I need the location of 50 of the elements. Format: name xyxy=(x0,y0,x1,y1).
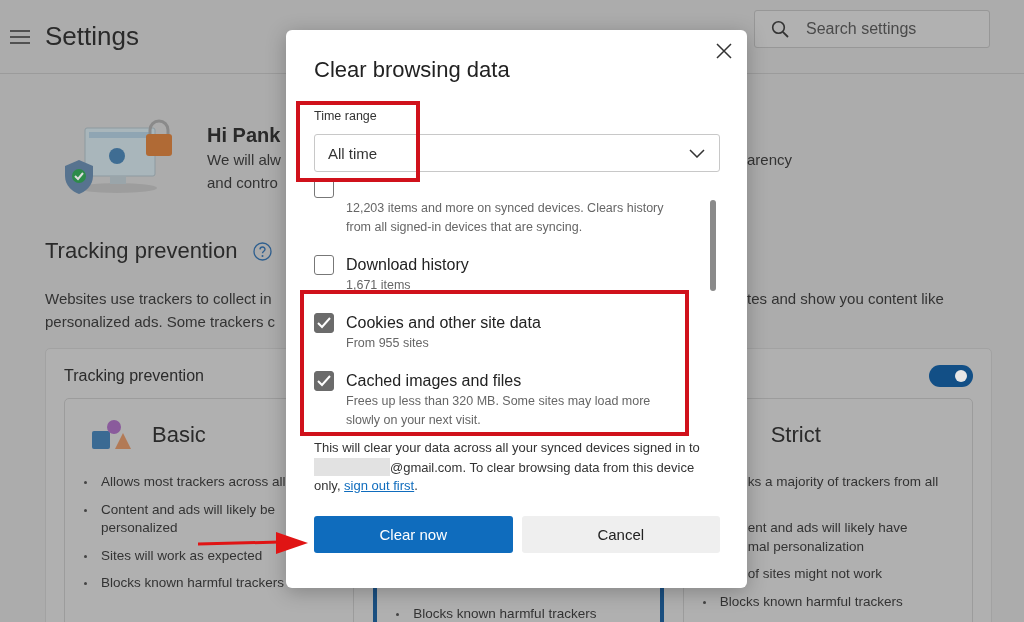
clear-now-button[interactable]: Clear now xyxy=(314,515,513,553)
checkbox[interactable] xyxy=(314,371,334,391)
greeting-title: Hi Pank xyxy=(207,123,281,148)
search-icon xyxy=(771,20,789,38)
section-description: tes and show you content like xyxy=(747,289,945,309)
cancel-button[interactable]: Cancel xyxy=(521,515,720,553)
section-description: personalized ads. Some trackers c xyxy=(45,312,276,332)
checkbox[interactable] xyxy=(314,255,334,275)
field-label: Time range xyxy=(314,109,378,123)
page-title: Settings xyxy=(45,21,139,52)
section-description: Websites use trackers to collect in xyxy=(45,289,273,309)
bullet-dot xyxy=(84,582,87,585)
level-title: Strict xyxy=(770,422,821,448)
option-description: 1,671 items xyxy=(346,277,412,294)
option-label: Cached images and files xyxy=(346,371,523,391)
bullet-dot xyxy=(396,613,400,616)
bullet-dot xyxy=(84,508,87,512)
option-description: 12,203 items and more on synced devices. Clears history from all signed-in devices that are syncing. xyxy=(346,200,665,236)
section-heading: Tracking prevention xyxy=(45,238,238,264)
greeting-text: We will alw xyxy=(207,150,281,170)
bullet-text: Blocks known harmful trackers xyxy=(719,592,903,611)
option-description: From 955 sites xyxy=(346,335,430,352)
bullet-dot xyxy=(84,554,87,558)
search-field[interactable]: Search settings xyxy=(754,10,990,48)
shapes-icon xyxy=(91,419,131,451)
bullet-dot xyxy=(84,481,87,484)
menu-icon[interactable] xyxy=(10,29,30,44)
help-icon[interactable] xyxy=(253,241,273,261)
bullet-text: Sites will work as expected xyxy=(101,546,263,565)
bullet-text: Blocks known harmful trackers xyxy=(413,605,597,622)
scrollbar-thumb[interactable] xyxy=(710,200,716,291)
close-icon[interactable] xyxy=(716,43,732,59)
card-title: Tracking prevention xyxy=(64,367,204,385)
dialog-title: Clear browsing data xyxy=(314,56,511,84)
option-label: Download history xyxy=(346,255,469,275)
bullet-text: Blocks known harmful trackers xyxy=(101,574,285,592)
greeting-text: arency xyxy=(747,150,794,170)
greeting-text: and contro xyxy=(207,173,279,193)
option-label: Cookies and other site data xyxy=(346,313,541,333)
bullet-text: Content and ads will likely be personalized xyxy=(101,500,277,537)
toggle-switch[interactable] xyxy=(929,365,973,387)
bullet-text: ent and ads will likely have mal personalization xyxy=(746,519,908,556)
chevron-icon xyxy=(689,148,705,158)
level-title: Basic xyxy=(152,422,206,448)
time-range-dropdown[interactable]: All time xyxy=(314,134,720,172)
checkbox[interactable] xyxy=(314,313,334,333)
bullet-text: ks a majority of trackers from all xyxy=(746,473,939,491)
bullet-text: Allows most trackers across all xyxy=(101,473,286,491)
bullet-dot xyxy=(702,600,706,604)
bullet-text: of sites might not work xyxy=(746,565,882,583)
